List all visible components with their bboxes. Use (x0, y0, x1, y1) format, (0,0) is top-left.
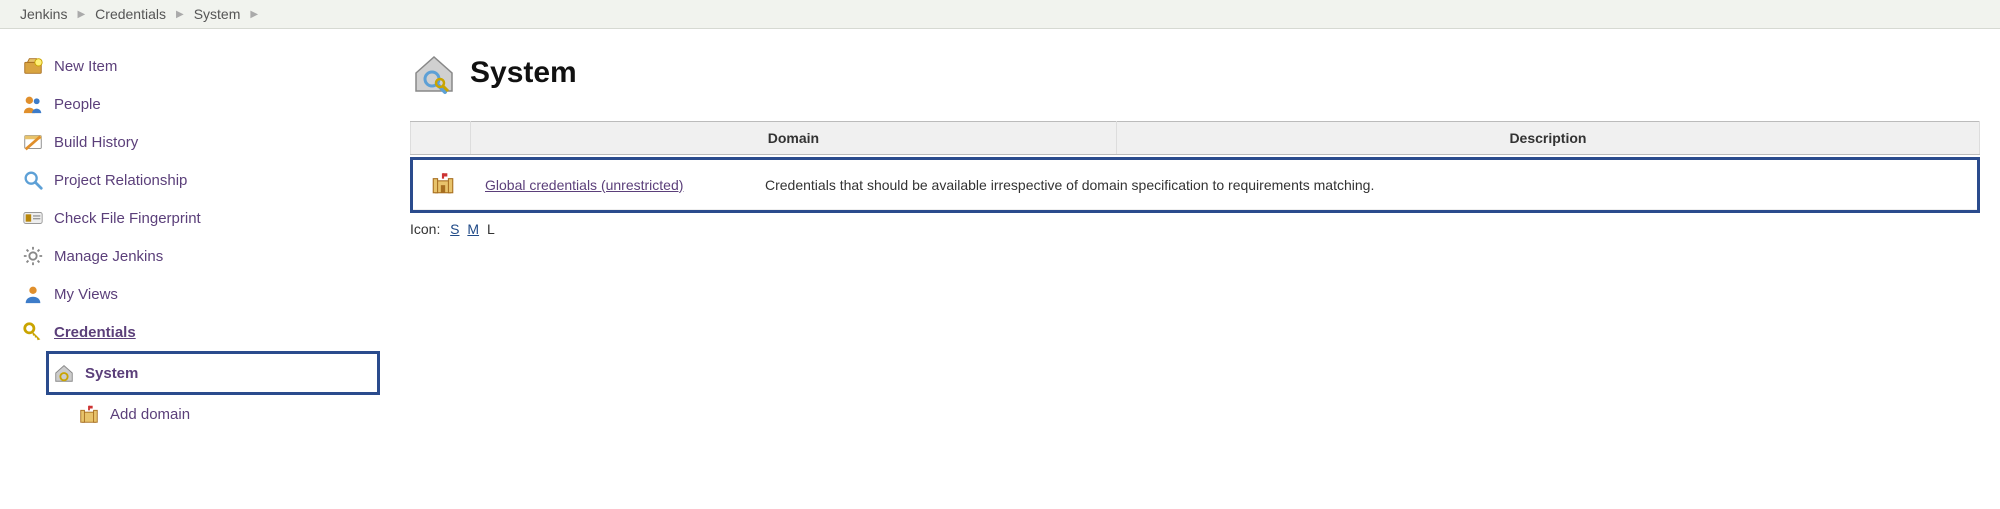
main-content: System Domain Description (380, 29, 2000, 433)
credentials-icon (22, 321, 44, 343)
sidebar-item-label: New Item (54, 58, 117, 75)
sidebar-item-people[interactable]: People (18, 85, 380, 123)
sidebar-item-add-domain[interactable]: Add domain (74, 395, 380, 433)
icon-size-m[interactable]: M (467, 221, 479, 237)
sidebar: New Item People Build History Project Re… (0, 29, 380, 433)
sidebar-item-label: Check File Fingerprint (54, 210, 201, 227)
sidebar-item-label: Credentials (54, 324, 136, 341)
icon-size-selector: Icon: S M L (410, 221, 1980, 237)
chevron-right-icon: ▶ (176, 9, 184, 20)
sidebar-item-build-history[interactable]: Build History (18, 123, 380, 161)
icon-size-label: Icon: (410, 221, 440, 237)
domain-description: Credentials that should be available irr… (753, 160, 1977, 210)
sidebar-item-label: Project Relationship (54, 172, 187, 189)
icon-size-l: L (487, 221, 495, 237)
domain-link-global[interactable]: Global credentials (unrestricted) (485, 177, 683, 193)
breadcrumb: Jenkins ▶ Credentials ▶ System ▶ (0, 0, 2000, 29)
system-icon (53, 362, 75, 384)
sidebar-item-my-views[interactable]: My Views (18, 275, 380, 313)
table-header-domain[interactable]: Domain (471, 122, 1117, 155)
highlighted-row-box: Global credentials (unrestricted) Creden… (410, 157, 1980, 213)
gear-icon (22, 245, 44, 267)
sidebar-item-new-item[interactable]: New Item (18, 47, 380, 85)
table-row: Global credentials (unrestricted) Creden… (413, 160, 1977, 210)
sidebar-item-label: System (85, 365, 138, 382)
build-history-icon (22, 131, 44, 153)
sidebar-item-label: Add domain (110, 406, 190, 423)
breadcrumb-jenkins[interactable]: Jenkins (20, 6, 67, 22)
sidebar-item-check-fingerprint[interactable]: Check File Fingerprint (18, 199, 380, 237)
icon-size-s[interactable]: S (450, 221, 459, 237)
sidebar-item-label: People (54, 96, 101, 113)
page-title: System (470, 56, 577, 90)
sidebar-item-credentials[interactable]: Credentials (18, 313, 380, 351)
table-header-description[interactable]: Description (1116, 122, 1979, 155)
sidebar-item-label: My Views (54, 286, 118, 303)
breadcrumb-credentials[interactable]: Credentials (95, 6, 166, 22)
table-header-icon[interactable] (411, 122, 471, 155)
person-icon (22, 283, 44, 305)
castle-icon (78, 403, 100, 425)
page-heading: System (410, 49, 1980, 97)
fingerprint-icon (22, 207, 44, 229)
new-item-icon (22, 55, 44, 77)
castle-icon (430, 170, 456, 196)
people-icon (22, 93, 44, 115)
breadcrumb-system[interactable]: System (194, 6, 241, 22)
search-icon (22, 169, 44, 191)
chevron-right-icon: ▶ (250, 9, 258, 20)
sidebar-item-manage-jenkins[interactable]: Manage Jenkins (18, 237, 380, 275)
sidebar-item-label: Build History (54, 134, 138, 151)
chevron-right-icon: ▶ (77, 9, 85, 20)
system-large-icon (410, 49, 458, 97)
sidebar-item-system[interactable]: System (49, 354, 377, 392)
sidebar-item-label: Manage Jenkins (54, 248, 163, 265)
domain-table: Domain Description (410, 121, 1980, 155)
sidebar-item-project-relationship[interactable]: Project Relationship (18, 161, 380, 199)
